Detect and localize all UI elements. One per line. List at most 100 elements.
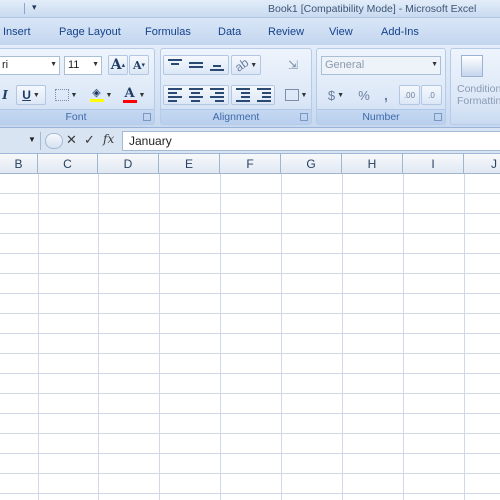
align-middle-icon[interactable]	[188, 59, 203, 71]
italic-button[interactable]: I	[0, 85, 12, 105]
font-color-icon: A	[122, 85, 137, 103]
align-left-icon[interactable]	[167, 88, 182, 102]
gridline-horizontal	[0, 453, 500, 454]
decrease-decimal-button[interactable]: .0	[421, 85, 442, 105]
formula-input[interactable]: January	[122, 131, 500, 151]
number-group: General ▼ $ ▼ % , .00 .0 Number	[316, 48, 446, 125]
check-icon[interactable]: ✓	[84, 132, 95, 148]
increase-indent-icon[interactable]	[256, 88, 271, 102]
tab-add-ins[interactable]: Add-Ins	[381, 26, 419, 38]
number-format-value: General	[325, 59, 365, 71]
vertical-align-buttons	[163, 55, 229, 75]
tab-view[interactable]: View	[329, 26, 353, 38]
chevron-down-icon[interactable]: ▼	[50, 61, 57, 68]
column-header-b[interactable]: B	[0, 154, 38, 173]
font-color-button[interactable]: A ▼	[119, 85, 149, 105]
gridline-vertical	[38, 174, 39, 500]
wrap-text-button[interactable]: ⇲	[283, 55, 303, 75]
grow-font-button[interactable]: A ▴	[108, 55, 128, 75]
merge-center-button[interactable]: ▼	[281, 85, 311, 105]
tab-review[interactable]: Review	[268, 26, 304, 38]
gridline-horizontal	[0, 293, 500, 294]
column-header-g[interactable]: G	[281, 154, 342, 173]
gridline-horizontal	[0, 193, 500, 194]
gridline-horizontal	[0, 433, 500, 434]
indent-buttons	[231, 85, 275, 105]
wrap-text-icon: ⇲	[287, 58, 299, 72]
gridline-horizontal	[0, 473, 500, 474]
tab-page-layout[interactable]: Page Layout	[59, 26, 121, 38]
column-headers: B C D E F G H I J	[0, 154, 500, 174]
column-header-h[interactable]: H	[342, 154, 403, 173]
borders-icon	[54, 89, 69, 101]
dialog-launcher-icon[interactable]	[300, 113, 308, 121]
insert-function-icon[interactable]: fx	[103, 132, 114, 146]
gridline-vertical	[159, 174, 160, 500]
align-top-icon[interactable]	[167, 59, 182, 71]
orientation-icon: ab	[232, 55, 252, 75]
align-center-icon[interactable]	[188, 88, 203, 102]
gridline-horizontal	[0, 333, 500, 334]
chevron-down-icon[interactable]: ▾	[32, 2, 37, 13]
gridline-vertical	[403, 174, 404, 500]
styles-group: Condition Formatting	[450, 48, 500, 125]
formula-bar: ▼ ✕ ✓ fx January	[0, 128, 500, 154]
tab-formulas[interactable]: Formulas	[145, 26, 191, 38]
chevron-down-icon[interactable]: ▼	[92, 61, 99, 68]
column-header-f[interactable]: F	[220, 154, 281, 173]
number-format-combo[interactable]: General ▼	[321, 56, 441, 75]
column-header-d[interactable]: D	[98, 154, 159, 173]
alignment-group: ab ▼ ⇲ ▼ Alignment	[160, 48, 312, 125]
number-group-label: Number	[317, 109, 445, 124]
gridline-horizontal	[0, 373, 500, 374]
column-header-i[interactable]: I	[403, 154, 464, 173]
gridline-vertical	[220, 174, 221, 500]
chevron-down-icon[interactable]: ▼	[431, 61, 438, 68]
gridline-horizontal	[0, 233, 500, 234]
tab-data[interactable]: Data	[218, 26, 241, 38]
cell-grid[interactable]	[0, 174, 500, 500]
shrink-font-button[interactable]: A ▾	[129, 55, 149, 75]
cancel-icon[interactable]: ✕	[66, 132, 77, 148]
dialog-launcher-icon[interactable]	[434, 113, 442, 121]
formula-bar-toggle[interactable]	[45, 133, 63, 149]
comma-button[interactable]: ,	[377, 85, 395, 105]
conditional-formatting-button[interactable]: Condition Formatting	[457, 83, 500, 107]
paint-bucket-icon: ◈	[89, 88, 104, 102]
gridline-vertical	[281, 174, 282, 500]
column-header-e[interactable]: E	[159, 154, 220, 173]
orientation-button[interactable]: ab ▼	[231, 55, 261, 75]
font-group-label: Font	[0, 109, 154, 124]
gridline-horizontal	[0, 253, 500, 254]
font-size-combo[interactable]: 11 ▼	[64, 56, 102, 75]
gridline-horizontal	[0, 213, 500, 214]
qat-separator	[24, 3, 25, 14]
tab-insert[interactable]: Insert	[3, 26, 31, 38]
percent-button[interactable]: %	[353, 85, 375, 105]
gridline-horizontal	[0, 313, 500, 314]
fill-color-button[interactable]: ◈ ▼	[86, 85, 116, 105]
gridline-vertical	[342, 174, 343, 500]
alignment-group-label: Alignment	[161, 109, 311, 124]
column-header-c[interactable]: C	[38, 154, 98, 173]
font-size-value: 11	[68, 59, 80, 71]
font-name-combo[interactable]: ri ▼	[0, 56, 60, 75]
font-group: ri ▼ 11 ▼ A ▴ A ▾ I U ▼ ▼ ◈ ▼ A ▼ Font	[0, 48, 155, 125]
increase-decimal-button[interactable]: .00	[399, 85, 420, 105]
chevron-down-icon[interactable]: ▼	[28, 135, 36, 144]
title-bar: ▾ Book1 [Compatibility Mode] - Microsoft…	[0, 0, 500, 18]
horizontal-align-buttons	[163, 85, 229, 105]
gridline-horizontal	[0, 273, 500, 274]
gridline-vertical	[464, 174, 465, 500]
merge-cells-icon	[284, 89, 299, 101]
currency-button[interactable]: $ ▼	[321, 85, 351, 105]
underline-button[interactable]: U ▼	[16, 85, 46, 105]
align-right-icon[interactable]	[210, 88, 225, 102]
borders-button[interactable]: ▼	[50, 85, 82, 105]
align-bottom-icon[interactable]	[210, 59, 225, 71]
decrease-indent-icon[interactable]	[235, 88, 250, 102]
font-name-value: ri	[2, 59, 9, 71]
dialog-launcher-icon[interactable]	[143, 113, 151, 121]
column-header-j[interactable]: J	[464, 154, 500, 173]
gridline-horizontal	[0, 413, 500, 414]
